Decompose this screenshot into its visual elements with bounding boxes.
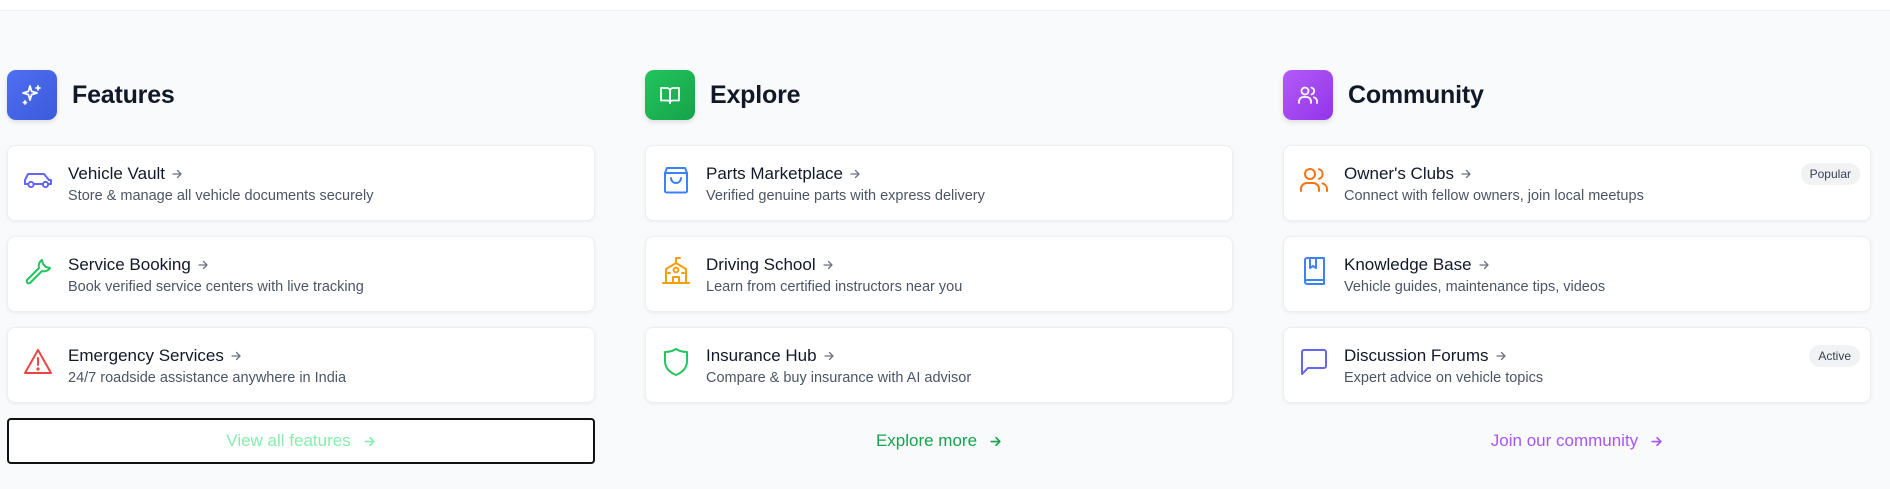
active-badge: Active bbox=[1809, 345, 1860, 367]
link-label: Explore more bbox=[875, 431, 978, 450]
school-icon bbox=[660, 255, 692, 287]
explore-title: Explore bbox=[710, 80, 801, 109]
feature-card-service-booking[interactable]: Service Booking Book verified service ce… bbox=[7, 236, 595, 312]
card-description: Learn from certified instructors near yo… bbox=[706, 279, 963, 295]
arrow-right-icon bbox=[1478, 260, 1489, 270]
features-column: Features Vehicle Vault Store & manage al… bbox=[7, 70, 595, 464]
card-description: Vehicle guides, maintenance tips, videos bbox=[1344, 279, 1606, 295]
features-title: Features bbox=[72, 80, 175, 109]
wrench-icon bbox=[22, 255, 54, 287]
shield-icon bbox=[660, 346, 692, 378]
arrow-right-icon bbox=[172, 169, 182, 179]
card-description: Book verified service centers with live … bbox=[68, 279, 364, 295]
card-title: Discussion Forums bbox=[1344, 346, 1489, 365]
link-label: Join our community bbox=[1490, 431, 1639, 450]
card-description: Expert advice on vehicle topics bbox=[1344, 370, 1544, 386]
card-title: Parts Marketplace bbox=[706, 164, 843, 183]
arrow-right-icon bbox=[1461, 169, 1471, 179]
card-title: Emergency Services bbox=[68, 346, 224, 365]
card-title: Owner's Clubs bbox=[1344, 164, 1455, 183]
card-title: Service Booking bbox=[68, 255, 191, 274]
card-title: Knowledge Base bbox=[1344, 255, 1472, 274]
explore-header: Explore bbox=[645, 70, 1233, 120]
arrow-right-icon bbox=[1651, 436, 1662, 446]
link-label: View all features bbox=[226, 431, 351, 450]
explore-card-driving-school[interactable]: Driving School Learn from certified inst… bbox=[645, 236, 1233, 312]
explore-card-insurance-hub[interactable]: Insurance Hub Compare & buy insurance wi… bbox=[645, 327, 1233, 403]
card-description: Verified genuine parts with express deli… bbox=[706, 188, 985, 204]
sparkles-icon bbox=[7, 70, 57, 120]
arrow-right-icon bbox=[823, 351, 834, 361]
card-title: Driving School bbox=[706, 255, 816, 274]
car-icon bbox=[22, 164, 54, 196]
community-card-knowledge-base[interactable]: Knowledge Base Vehicle guides, maintenan… bbox=[1283, 236, 1871, 312]
community-header: Community bbox=[1283, 70, 1871, 120]
explore-column: Explore Parts Marketplace Verified genui… bbox=[645, 70, 1233, 464]
top-header-strip bbox=[0, 0, 1890, 11]
feature-card-emergency-services[interactable]: Emergency Services 24/7 roadside assista… bbox=[7, 327, 595, 403]
features-header: Features bbox=[7, 70, 595, 120]
shopping-bag-icon bbox=[660, 164, 692, 196]
card-description: 24/7 roadside assistance anywhere in Ind… bbox=[68, 370, 347, 386]
arrow-right-icon bbox=[822, 260, 833, 270]
arrow-right-icon bbox=[990, 436, 1001, 446]
arrow-right-icon bbox=[198, 260, 208, 270]
message-square-icon bbox=[1298, 346, 1330, 378]
bookmark-book-icon bbox=[1298, 255, 1330, 287]
card-title: Insurance Hub bbox=[706, 346, 817, 365]
arrow-right-icon bbox=[1495, 351, 1506, 361]
explore-card-parts-marketplace[interactable]: Parts Marketplace Verified genuine parts… bbox=[645, 145, 1233, 221]
book-open-icon bbox=[645, 70, 695, 120]
community-card-owners-clubs[interactable]: Owner's Clubs Connect with fellow owners… bbox=[1283, 145, 1871, 221]
community-card-discussion-forums[interactable]: Discussion Forums Expert advice on vehic… bbox=[1283, 327, 1871, 403]
feature-card-vehicle-vault[interactable]: Vehicle Vault Store & manage all vehicle… bbox=[7, 145, 595, 221]
view-all-features-link[interactable]: View all features bbox=[7, 418, 595, 464]
card-description: Connect with fellow owners, join local m… bbox=[1344, 188, 1644, 204]
users-icon bbox=[1298, 164, 1330, 196]
arrow-right-icon bbox=[231, 351, 241, 361]
arrow-right-icon bbox=[364, 436, 375, 446]
popular-badge: Popular bbox=[1800, 163, 1860, 185]
community-column: Community Owner's Clubs Connect with fel… bbox=[1283, 70, 1871, 464]
users-icon bbox=[1283, 70, 1333, 120]
join-community-link[interactable]: Join our community bbox=[1283, 418, 1871, 464]
alert-triangle-icon bbox=[22, 346, 54, 378]
community-title: Community bbox=[1348, 80, 1484, 109]
card-description: Compare & buy insurance with AI advisor bbox=[706, 370, 972, 386]
card-title: Vehicle Vault bbox=[68, 164, 166, 183]
explore-more-link[interactable]: Explore more bbox=[645, 418, 1233, 464]
card-description: Store & manage all vehicle documents sec… bbox=[68, 188, 374, 204]
arrow-right-icon bbox=[850, 169, 860, 179]
